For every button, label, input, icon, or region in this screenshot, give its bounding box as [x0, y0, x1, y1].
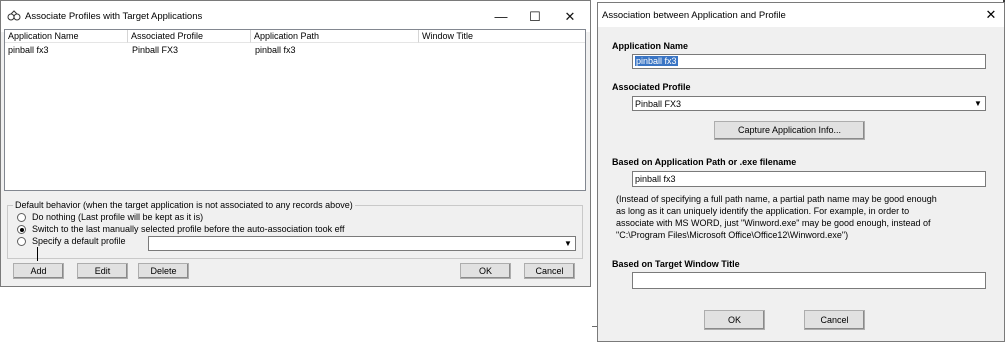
radio-specify-default[interactable] — [17, 237, 26, 246]
associations-list[interactable]: Application Name Associated Profile Appl… — [4, 29, 586, 191]
radio-do-nothing[interactable] — [17, 213, 26, 222]
associated-profile-label: Associated Profile — [612, 82, 691, 92]
capture-application-info-button[interactable]: Capture Application Info... — [714, 121, 865, 140]
radio-label-switch-last-profile[interactable]: Switch to the last manually selected pro… — [32, 224, 345, 235]
group-label: Default behavior (when the target applic… — [13, 200, 355, 211]
path-label: Based on Application Path or .exe filena… — [612, 157, 797, 167]
column-header-application-path[interactable]: Application Path — [251, 30, 419, 43]
dialog-close-button[interactable]: ✕ — [984, 8, 998, 22]
associate-profiles-window: Associate Profiles with Target Applicati… — [0, 0, 591, 287]
window-title: Associate Profiles with Target Applicati… — [25, 11, 203, 22]
cell-associated-profile: Pinball FX3 — [132, 45, 179, 55]
radio-switch-last-profile[interactable] — [17, 225, 26, 234]
note-line: (Instead of specifying a full path name,… — [616, 194, 937, 204]
cancel-button[interactable]: Cancel — [524, 263, 575, 279]
note-line: associate with MS WORD, just "Winword.ex… — [616, 218, 931, 228]
cell-application-name: pinball fx3 — [8, 45, 49, 55]
associated-profile-value: Pinball FX3 — [635, 99, 682, 109]
default-profile-dropdown[interactable]: ▼ — [148, 236, 576, 251]
window-title-field[interactable] — [632, 272, 986, 289]
text-cursor — [37, 247, 38, 261]
path-field[interactable]: pinball fx3 — [632, 171, 986, 187]
column-header-associated-profile[interactable]: Associated Profile — [128, 30, 251, 43]
radio-label-do-nothing[interactable]: Do nothing (Last profile will be kept as… — [32, 212, 203, 223]
dialog-cancel-button[interactable]: Cancel — [804, 310, 865, 330]
app-icon — [7, 10, 21, 22]
note-line: as long as it can uniquely identify the … — [616, 206, 910, 216]
edit-button[interactable]: Edit — [77, 263, 128, 279]
close-button[interactable]: ✕ — [551, 1, 589, 32]
path-help-note: (Instead of specifying a full path name,… — [616, 193, 996, 241]
delete-button[interactable]: Delete — [138, 263, 189, 279]
note-line: "C:\Program Files\Microsoft Office\Offic… — [616, 230, 849, 240]
maximize-button[interactable]: ☐ — [516, 1, 554, 32]
application-name-field[interactable]: pinball fx3 — [632, 54, 986, 69]
column-header-application-name[interactable]: Application Name — [5, 30, 128, 43]
cell-window-title — [420, 45, 423, 56]
column-header-window-title[interactable]: Window Title — [419, 30, 585, 43]
cell-application-path: pinball fx3 — [255, 45, 296, 55]
chevron-down-icon[interactable]: ▼ — [563, 238, 573, 250]
title-bar[interactable]: Associate Profiles with Target Applicati… — [1, 1, 590, 32]
minimize-button[interactable]: — — [482, 1, 520, 32]
window-title-label: Based on Target Window Title — [612, 259, 740, 269]
dialog-title-bar[interactable]: Association between Application and Prof… — [598, 3, 1004, 27]
association-dialog: Association between Application and Prof… — [597, 2, 1005, 342]
chevron-down-icon[interactable]: ▼ — [973, 98, 983, 110]
associated-profile-dropdown[interactable]: Pinball FX3 ▼ — [632, 96, 986, 111]
dialog-ok-button[interactable]: OK — [704, 310, 765, 330]
radio-label-specify-default[interactable]: Specify a default profile — [32, 236, 126, 247]
application-name-value: pinball fx3 — [635, 56, 678, 66]
dialog-title: Association between Application and Prof… — [602, 10, 786, 21]
table-row[interactable]: pinball fx3 Pinball FX3 pinball fx3 — [5, 44, 585, 56]
application-name-label: Application Name — [612, 41, 689, 51]
add-button[interactable]: Add — [13, 263, 64, 279]
ok-button[interactable]: OK — [460, 263, 511, 279]
